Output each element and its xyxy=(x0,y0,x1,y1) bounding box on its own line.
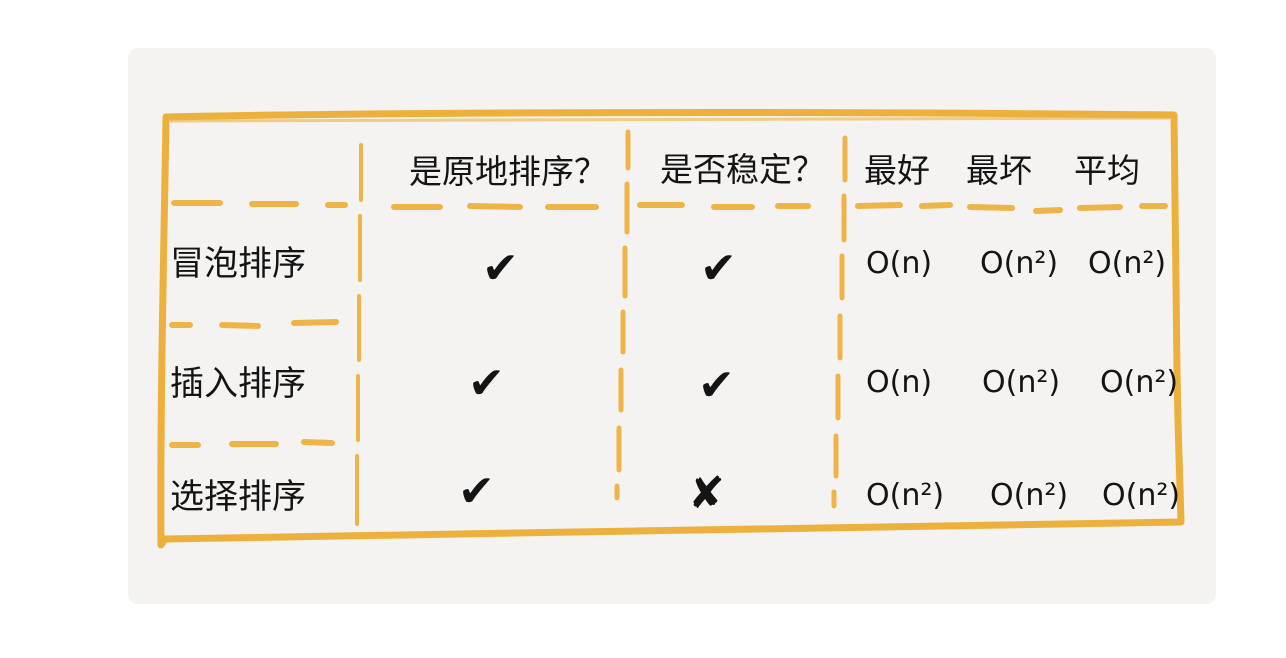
header-in-place: 是原地排序？ xyxy=(409,152,607,191)
header-stable: 是否稳定？ xyxy=(660,150,825,189)
bubble-stable-check-icon: ✔ xyxy=(700,243,737,294)
row-dividers xyxy=(169,200,1168,448)
selection-in-place-check-icon: ✔ xyxy=(458,466,495,517)
header-best: 最好 xyxy=(864,151,930,190)
header-worst: 最坏 xyxy=(966,151,1032,190)
bubble-worst-complexity: O(n²) xyxy=(980,246,1058,281)
row-label-insertion-sort: 插入排序 xyxy=(170,364,306,404)
insertion-in-place-check-icon: ✔ xyxy=(468,358,505,409)
bubble-average-complexity: O(n²) xyxy=(1088,246,1166,281)
sorting-comparison-table: 是原地排序？ 是否稳定？ 最好 最坏 平均 冒泡排序 ✔ ✔ O(n) O(n²… xyxy=(157,109,1185,549)
bubble-best-complexity: O(n) xyxy=(866,246,932,281)
insertion-worst-complexity: O(n²) xyxy=(982,365,1060,400)
header-average: 平均 xyxy=(1074,151,1140,190)
insertion-average-complexity: O(n²) xyxy=(1100,365,1178,400)
selection-best-complexity: O(n²) xyxy=(866,478,944,513)
selection-average-complexity: O(n²) xyxy=(1102,478,1180,513)
selection-worst-complexity: O(n²) xyxy=(990,478,1068,513)
row-label-bubble-sort: 冒泡排序 xyxy=(170,244,306,284)
insertion-stable-check-icon: ✔ xyxy=(698,360,735,411)
row-label-selection-sort: 选择排序 xyxy=(170,477,306,517)
insertion-best-complexity: O(n) xyxy=(866,365,932,400)
bubble-in-place-check-icon: ✔ xyxy=(482,243,519,294)
selection-stable-cross-icon: ✘ xyxy=(688,468,725,519)
